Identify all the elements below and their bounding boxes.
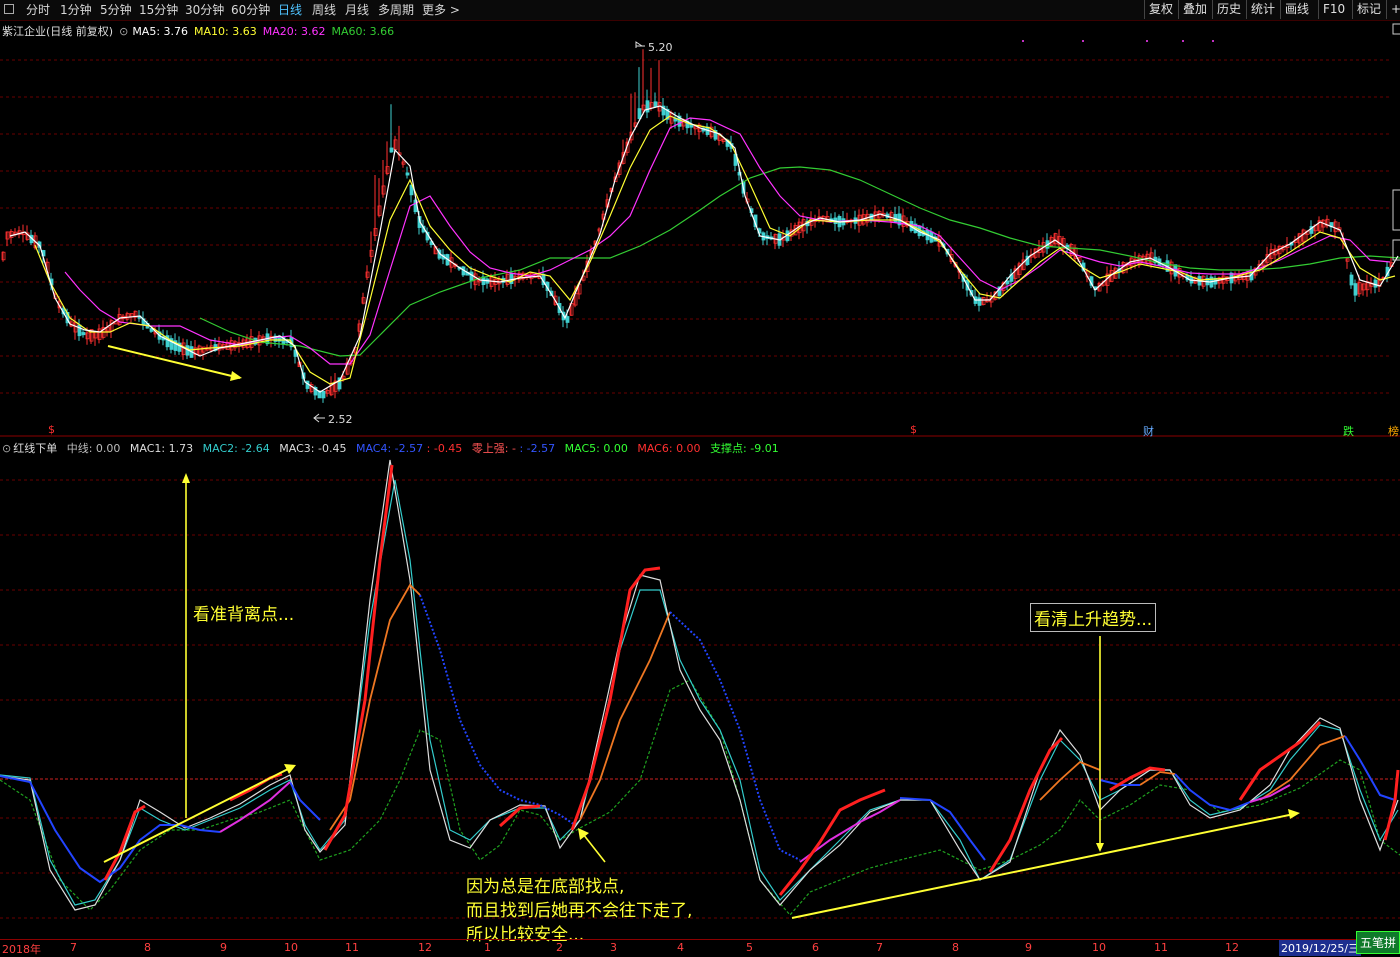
mac6-line [498,804,541,828]
candle [405,172,410,176]
scroll-handle-top [1392,23,1400,35]
mac6-line [570,566,661,831]
bottom-pointer-arrow [582,833,606,863]
mac1-line [0,459,1399,911]
date-label: 2 [556,941,563,954]
drop-mark[interactable]: 跌 [1343,423,1354,439]
uptrend-line [791,813,1295,919]
top-dots [1022,40,1214,42]
finance-mark[interactable]: 财 [1143,423,1154,439]
dividend-mark[interactable]: $ [910,423,917,436]
extreme-markers: 5.20 2.52 [313,41,673,426]
divergence-annotation: 看准背离点... [193,605,295,625]
candle [81,332,86,336]
high-price-label: 5.20 [648,41,673,54]
date-axis: 2018年 7 8 9 10 11 12 1 2 3 4 5 6 7 8 9 1… [0,939,1400,956]
candle [689,124,694,128]
ranking-mark[interactable]: 榜 [1388,423,1399,439]
candle [1349,274,1354,286]
candle [1353,283,1358,296]
date-label: 10 [1092,941,1106,954]
candle [565,316,570,323]
date-label: 5 [746,941,753,954]
candle [653,101,658,108]
date-label: 11 [1154,941,1168,954]
date-label: 9 [220,941,227,954]
date-label: 1 [484,941,491,954]
mac3-line [579,611,671,821]
ma20-line [64,117,1391,365]
mac4-line [899,797,986,861]
ma5-line [9,105,1399,393]
date-label: 10 [284,941,298,954]
date-label: 7 [70,941,77,954]
chart-canvas[interactable]: 5.20 2.52 [0,0,1400,955]
candle [1005,280,1010,285]
date-label: 8 [952,941,959,954]
candle [1373,279,1378,288]
candle [321,390,326,399]
mac2-line [0,479,1399,906]
mac4-line [419,594,576,826]
candle [469,271,474,282]
date-label: 7 [876,941,883,954]
low-price-label: 2.52 [328,413,353,426]
mac6-line [778,788,886,896]
candle [645,100,650,113]
scroll-handle-low [1392,239,1400,261]
price-grid [0,59,1390,394]
input-method-badge[interactable]: 五笔拼 [1355,931,1400,954]
mac-support-line [0,679,1400,916]
dividend-mark[interactable]: $ [48,423,55,436]
mac5-line [799,799,901,863]
uptrend-annotation: 看清上升趋势... [1030,603,1157,632]
mac5-line [219,781,291,833]
mac6-line [1238,720,1322,801]
scroll-handle-mid [1392,189,1400,231]
date-label: 6 [812,941,819,954]
mac4-line [669,611,801,861]
mac4-line [289,781,321,821]
candle [977,297,982,306]
bottom-annotation-line2: 而且找到后她再不会往下走了, [466,901,693,921]
date-label: 8 [144,941,151,954]
bottom-annotation-line1: 因为总是在底部找点, [466,877,625,897]
date-label: 9 [1025,941,1032,954]
mac6-line [323,464,394,851]
date-label: 11 [345,941,359,954]
candlestick-series [1,49,1394,403]
date-label: 12 [418,941,432,954]
date-label: 4 [677,941,684,954]
candle [77,324,82,337]
cursor-date-label: 2019/12/25/三 [1279,940,1362,956]
date-label: 3 [610,941,617,954]
date-label: 12 [1225,941,1239,954]
candle [389,147,394,153]
divergence-trend-line [103,767,291,863]
mac3-line [329,583,421,831]
